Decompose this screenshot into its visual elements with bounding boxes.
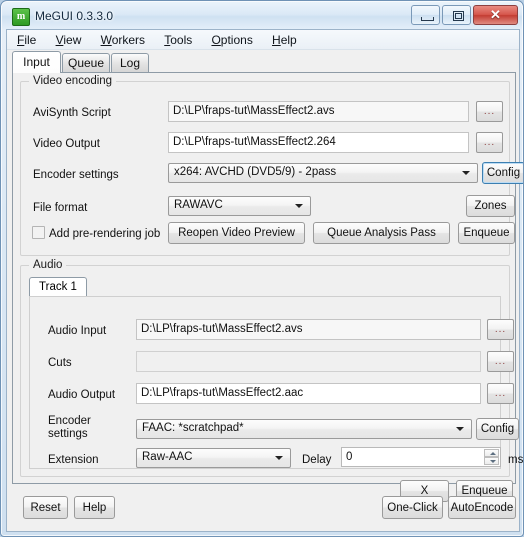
ellipsis-icon: ... xyxy=(494,387,507,399)
tab-track-1[interactable]: Track 1 xyxy=(29,277,87,297)
audio-encoder-settings-label-line1: Encoder xyxy=(48,415,91,427)
delay-spin-buttons xyxy=(484,449,499,465)
video-output-input[interactable]: D:\LP\fraps-tut\MassEffect2.264 xyxy=(168,132,469,153)
video-output-label: Video Output xyxy=(33,138,100,150)
video-encoding-group: Video encoding AviSynth Script D:\LP\fra… xyxy=(20,75,523,256)
delay-unit-label: ms xyxy=(508,454,524,466)
video-encoder-config-button[interactable]: Config xyxy=(482,162,523,184)
menu-bar: File View Workers Tools Options Help xyxy=(7,30,519,50)
add-prerendering-job-label: Add pre-rendering job xyxy=(49,228,161,240)
video-enqueue-button[interactable]: Enqueue xyxy=(458,222,515,244)
audio-encoder-settings-value: FAAC: *scratchpad* xyxy=(142,422,244,434)
menu-view[interactable]: View xyxy=(48,30,90,50)
reset-button[interactable]: Reset xyxy=(23,496,68,519)
tab-panel-input: Video encoding AviSynth Script D:\LP\fra… xyxy=(12,72,523,502)
audio-input-field[interactable]: D:\LP\fraps-tut\MassEffect2.avs xyxy=(136,319,481,340)
audio-input-label: Audio Input xyxy=(48,325,107,337)
tab-queue[interactable]: Queue xyxy=(62,53,110,72)
video-encoding-legend: Video encoding xyxy=(29,75,117,87)
minimize-icon xyxy=(420,17,434,21)
bottom-bar: Reset Help One-Click AutoEncode xyxy=(12,486,516,528)
auto-encode-button[interactable]: AutoEncode xyxy=(448,496,516,519)
ellipsis-icon: ... xyxy=(494,323,507,335)
ellipsis-icon: ... xyxy=(483,105,496,117)
file-format-value: RAWAVC xyxy=(174,199,223,211)
menu-options[interactable]: Options xyxy=(203,30,260,50)
delay-spinner[interactable]: 0 xyxy=(341,447,501,467)
extension-value: Raw-AAC xyxy=(142,451,193,463)
audio-output-browse-button[interactable]: ... xyxy=(487,383,514,404)
application-window: m MeGUI 0.3.3.0 ✕ File View Workers Tool… xyxy=(0,0,524,537)
avisynth-browse-button[interactable]: ... xyxy=(476,101,503,122)
avisynth-script-input[interactable]: D:\LP\fraps-tut\MassEffect2.avs xyxy=(168,101,469,122)
audio-output-label: Audio Output xyxy=(48,389,116,401)
audio-encoder-settings-combo[interactable]: FAAC: *scratchpad* xyxy=(136,419,472,439)
close-icon: ✕ xyxy=(490,7,501,22)
delay-value: 0 xyxy=(346,451,353,463)
ellipsis-icon: ... xyxy=(483,136,496,148)
help-button[interactable]: Help xyxy=(74,496,115,519)
tab-log[interactable]: Log xyxy=(111,53,149,72)
audio-output-field[interactable]: D:\LP\fraps-tut\MassEffect2.aac xyxy=(136,383,481,404)
menu-tools[interactable]: Tools xyxy=(156,30,200,50)
file-format-label: File format xyxy=(33,202,88,214)
cuts-field[interactable] xyxy=(136,351,481,372)
client-area: File View Workers Tools Options Help Inp… xyxy=(6,29,523,532)
chevron-down-icon xyxy=(462,171,470,175)
video-output-browse-button[interactable]: ... xyxy=(476,132,503,153)
tab-input[interactable]: Input xyxy=(12,51,61,73)
video-encoder-settings-label: Encoder settings xyxy=(33,169,119,181)
menu-file[interactable]: File xyxy=(9,30,44,50)
queue-analysis-pass-button[interactable]: Queue Analysis Pass xyxy=(313,222,450,244)
audio-encoder-settings-label-line2: settings xyxy=(48,428,88,440)
main-tabstrip: Input Queue Log xyxy=(12,51,516,73)
close-button[interactable]: ✕ xyxy=(473,5,518,25)
avisynth-script-label: AviSynth Script xyxy=(33,107,111,119)
audio-track-tabcontrol: Track 1 Audio Input D:\LP\fraps-tut\Mass… xyxy=(28,276,523,470)
minimize-button[interactable] xyxy=(410,5,440,25)
add-prerendering-job-checkbox[interactable] xyxy=(32,226,45,239)
reopen-video-preview-button[interactable]: Reopen Video Preview xyxy=(168,222,305,244)
audio-encoder-config-button[interactable]: Config xyxy=(476,418,519,440)
track-1-panel: Audio Input D:\LP\fraps-tut\MassEffect2.… xyxy=(29,296,523,469)
video-encoder-settings-value: x264: AVCHD (DVD5/9) - 2pass xyxy=(174,166,337,178)
audio-input-browse-button[interactable]: ... xyxy=(487,319,514,340)
cuts-browse-button[interactable]: ... xyxy=(487,351,514,372)
delay-label: Delay xyxy=(302,454,332,466)
chevron-down-icon xyxy=(490,460,496,463)
one-click-button[interactable]: One-Click xyxy=(382,496,443,519)
cuts-label: Cuts xyxy=(48,357,72,369)
delay-decrement-button[interactable] xyxy=(484,457,499,465)
chevron-down-icon xyxy=(456,427,464,431)
ellipsis-icon: ... xyxy=(494,355,507,367)
app-icon: m xyxy=(12,8,30,26)
delay-increment-button[interactable] xyxy=(484,449,499,457)
zones-button[interactable]: Zones xyxy=(466,195,515,217)
chevron-down-icon xyxy=(295,204,303,208)
extension-label: Extension xyxy=(48,454,99,466)
video-encoder-settings-combo[interactable]: x264: AVCHD (DVD5/9) - 2pass xyxy=(168,163,478,183)
menu-workers[interactable]: Workers xyxy=(93,30,153,50)
audio-group: Audio Track 1 Audio Input D:\LP\fraps-tu… xyxy=(20,259,523,477)
extension-combo[interactable]: Raw-AAC xyxy=(136,448,291,468)
title-bar: m MeGUI 0.3.3.0 ✕ xyxy=(2,2,522,29)
window-controls: ✕ xyxy=(410,5,518,26)
menu-help[interactable]: Help xyxy=(264,30,305,50)
window-title: MeGUI 0.3.3.0 xyxy=(35,9,114,23)
chevron-up-icon xyxy=(490,452,496,455)
file-format-combo[interactable]: RAWAVC xyxy=(168,196,311,216)
chevron-down-icon xyxy=(275,456,283,460)
audio-legend: Audio xyxy=(29,259,67,271)
maximize-icon xyxy=(452,11,464,21)
maximize-button[interactable] xyxy=(441,5,471,25)
